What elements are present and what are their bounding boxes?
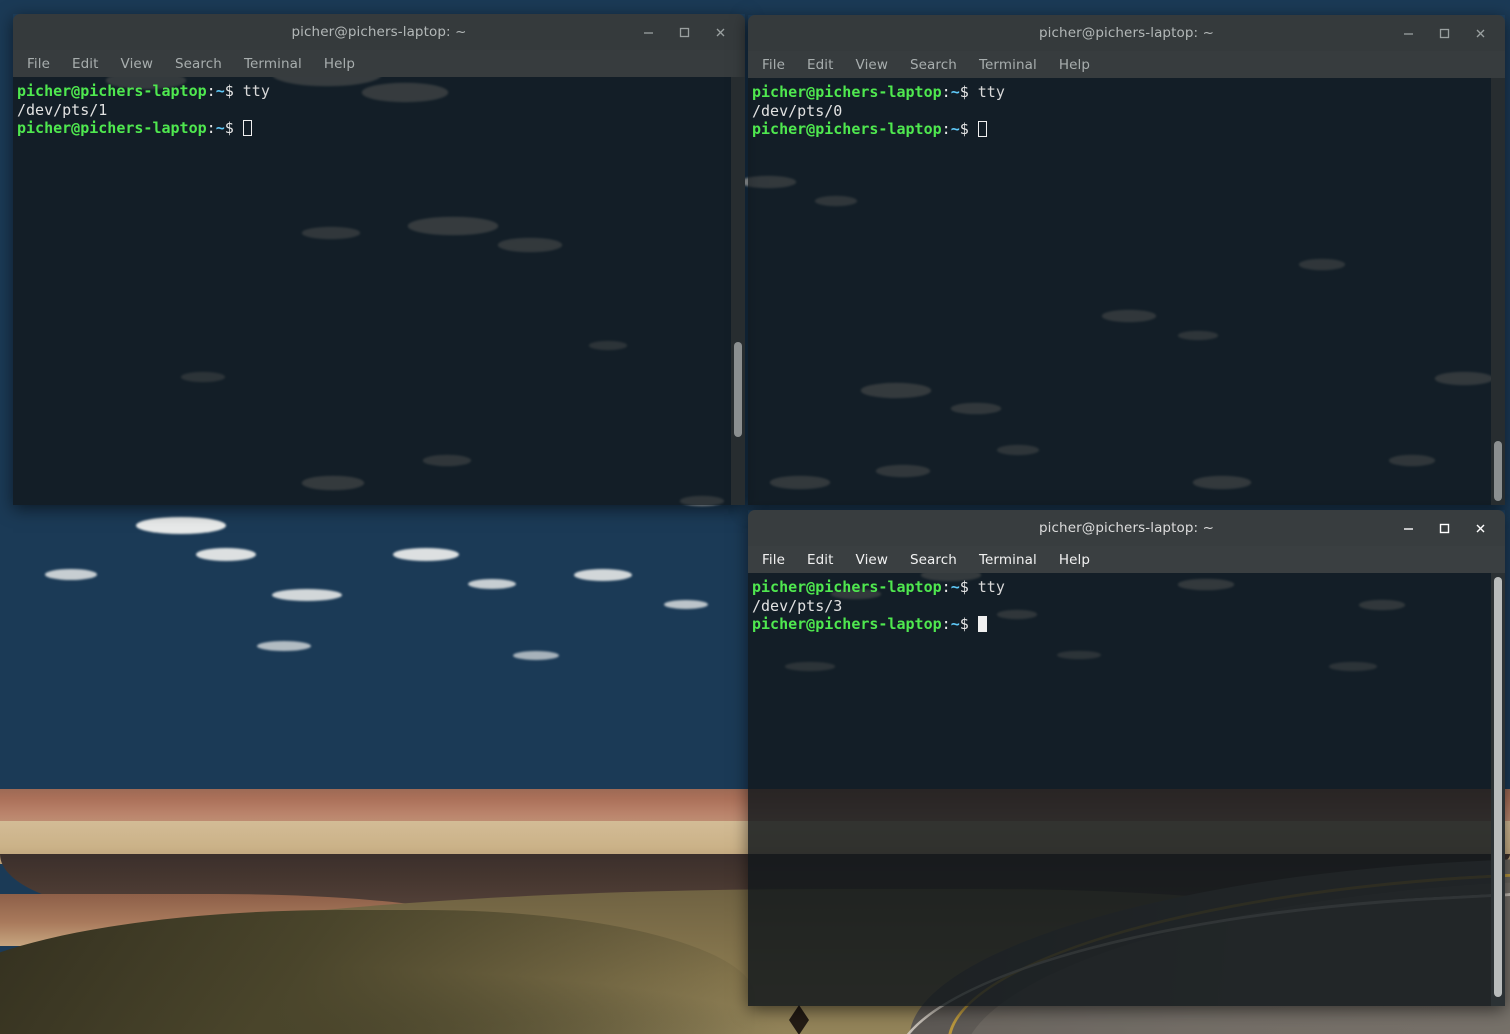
prompt-colon-2: : bbox=[941, 120, 951, 138]
menu-item-search[interactable]: Search bbox=[910, 552, 957, 568]
wallpaper-cloud bbox=[664, 599, 709, 609]
wallpaper-cloud bbox=[135, 517, 226, 534]
prompt-colon-2: : bbox=[941, 615, 951, 633]
window-1-body[interactable]: picher@pichers-laptop:~$ tty /dev/pts/1 … bbox=[13, 77, 745, 505]
wallpaper-cloud bbox=[392, 548, 459, 562]
prompt-user-2: picher@pichers-laptop bbox=[752, 615, 942, 633]
prompt-dollar: $ bbox=[224, 82, 234, 100]
wallpaper-cloud bbox=[468, 579, 517, 590]
window-2-titlebar[interactable]: picher@pichers-laptop: ~ bbox=[748, 15, 1505, 51]
window-2-scrollbar[interactable] bbox=[1491, 78, 1505, 505]
command-output: /dev/pts/3 bbox=[752, 596, 843, 615]
maximize-icon[interactable] bbox=[1431, 20, 1457, 46]
menu-item-file[interactable]: File bbox=[762, 57, 785, 73]
wallpaper-cloud bbox=[196, 548, 257, 562]
minimize-icon[interactable] bbox=[1395, 515, 1421, 541]
window-3-scrollbar-thumb[interactable] bbox=[1494, 577, 1502, 998]
prompt-path-2: ~ bbox=[950, 615, 960, 633]
menu-item-search[interactable]: Search bbox=[910, 57, 957, 73]
menu-item-edit[interactable]: Edit bbox=[807, 552, 834, 568]
menu-item-edit[interactable]: Edit bbox=[72, 56, 99, 72]
minimize-icon[interactable] bbox=[635, 19, 661, 45]
menu-item-search[interactable]: Search bbox=[175, 56, 222, 72]
prompt-dollar-2: $ bbox=[224, 119, 234, 137]
wallpaper-cloud bbox=[45, 568, 98, 580]
menu-item-terminal[interactable]: Terminal bbox=[979, 57, 1037, 73]
command-text: tty bbox=[977, 83, 1005, 101]
window-2-scrollbar-thumb[interactable] bbox=[1494, 440, 1502, 501]
window-3-controls[interactable] bbox=[1395, 515, 1505, 541]
window-3-body[interactable]: picher@pichers-laptop:~$ tty /dev/pts/3 … bbox=[748, 573, 1505, 1006]
prompt-dollar-2: $ bbox=[959, 615, 969, 633]
window-2-menubar[interactable]: File Edit View Search Terminal Help bbox=[748, 51, 1505, 78]
close-icon[interactable] bbox=[1467, 20, 1493, 46]
prompt-dollar-2: $ bbox=[959, 120, 969, 138]
prompt-path: ~ bbox=[950, 83, 960, 101]
wallpaper-cloud bbox=[573, 568, 632, 581]
window-3-titlebar[interactable]: picher@pichers-laptop: ~ bbox=[748, 510, 1505, 546]
menu-item-terminal[interactable]: Terminal bbox=[979, 552, 1037, 568]
prompt-colon-2: : bbox=[206, 119, 216, 137]
menu-item-view[interactable]: View bbox=[121, 56, 153, 72]
prompt-colon: : bbox=[941, 83, 951, 101]
window-1-scrollbar[interactable] bbox=[731, 77, 745, 505]
close-icon[interactable] bbox=[1467, 515, 1493, 541]
text-cursor bbox=[977, 616, 987, 632]
command-output: /dev/pts/0 bbox=[752, 101, 843, 120]
prompt-path: ~ bbox=[215, 82, 225, 100]
window-3-title: picher@pichers-laptop: ~ bbox=[1039, 520, 1214, 536]
window-2-output[interactable]: picher@pichers-laptop:~$ tty /dev/pts/0 … bbox=[748, 78, 1491, 505]
window-3-output[interactable]: picher@pichers-laptop:~$ tty /dev/pts/3 … bbox=[748, 573, 1491, 1006]
close-icon[interactable] bbox=[707, 19, 733, 45]
maximize-icon[interactable] bbox=[671, 19, 697, 45]
typed-command bbox=[234, 82, 243, 100]
prompt-user: picher@pichers-laptop bbox=[752, 83, 942, 101]
menu-item-view[interactable]: View bbox=[856, 57, 888, 73]
prompt-user: picher@pichers-laptop bbox=[17, 82, 207, 100]
wallpaper-road-sign bbox=[789, 1005, 809, 1034]
minimize-icon[interactable] bbox=[1395, 20, 1421, 46]
menu-item-terminal[interactable]: Terminal bbox=[244, 56, 302, 72]
command-text: tty bbox=[977, 578, 1005, 596]
prompt-user-2: picher@pichers-laptop bbox=[752, 120, 942, 138]
window-3-menubar[interactable]: File Edit View Search Terminal Help bbox=[748, 546, 1505, 573]
menu-item-help[interactable]: Help bbox=[1059, 552, 1090, 568]
menu-item-file[interactable]: File bbox=[762, 552, 785, 568]
menu-item-view[interactable]: View bbox=[856, 552, 888, 568]
prompt-path-2: ~ bbox=[950, 120, 960, 138]
window-1-controls[interactable] bbox=[635, 19, 745, 45]
command-output: /dev/pts/1 bbox=[17, 100, 108, 119]
window-2-controls[interactable] bbox=[1395, 20, 1505, 46]
menu-item-help[interactable]: Help bbox=[1059, 57, 1090, 73]
window-1-menubar[interactable]: File Edit View Search Terminal Help bbox=[13, 50, 745, 77]
window-1-titlebar[interactable]: picher@pichers-laptop: ~ bbox=[13, 14, 745, 50]
menu-item-edit[interactable]: Edit bbox=[807, 57, 834, 73]
prompt-user-2: picher@pichers-laptop bbox=[17, 119, 207, 137]
prompt-dollar: $ bbox=[959, 578, 969, 596]
window-1-output[interactable]: picher@pichers-laptop:~$ tty /dev/pts/1 … bbox=[13, 77, 731, 505]
window-2-title: picher@pichers-laptop: ~ bbox=[1039, 25, 1214, 41]
command-text: tty bbox=[242, 82, 270, 100]
prompt-path: ~ bbox=[950, 578, 960, 596]
window-2-body[interactable]: picher@pichers-laptop:~$ tty /dev/pts/0 … bbox=[748, 78, 1505, 505]
wallpaper-cloud bbox=[256, 641, 311, 652]
prompt-colon: : bbox=[941, 578, 951, 596]
window-1-scrollbar-thumb[interactable] bbox=[734, 342, 742, 437]
prompt-colon: : bbox=[206, 82, 216, 100]
window-3-scrollbar[interactable] bbox=[1491, 573, 1505, 1006]
menu-item-file[interactable]: File bbox=[27, 56, 50, 72]
text-cursor bbox=[977, 121, 987, 137]
terminal-window-1[interactable]: picher@pichers-laptop: ~ File Edit View … bbox=[13, 14, 745, 505]
terminal-window-3[interactable]: picher@pichers-laptop: ~ File Edit View … bbox=[748, 510, 1505, 1006]
menu-item-help[interactable]: Help bbox=[324, 56, 355, 72]
maximize-icon[interactable] bbox=[1431, 515, 1457, 541]
text-cursor bbox=[242, 120, 252, 136]
prompt-user: picher@pichers-laptop bbox=[752, 578, 942, 596]
terminal-window-2[interactable]: picher@pichers-laptop: ~ File Edit View … bbox=[748, 15, 1505, 505]
prompt-dollar: $ bbox=[959, 83, 969, 101]
prompt-path-2: ~ bbox=[215, 119, 225, 137]
desktop[interactable]: picher@pichers-laptop: ~ File Edit View … bbox=[0, 0, 1510, 1034]
